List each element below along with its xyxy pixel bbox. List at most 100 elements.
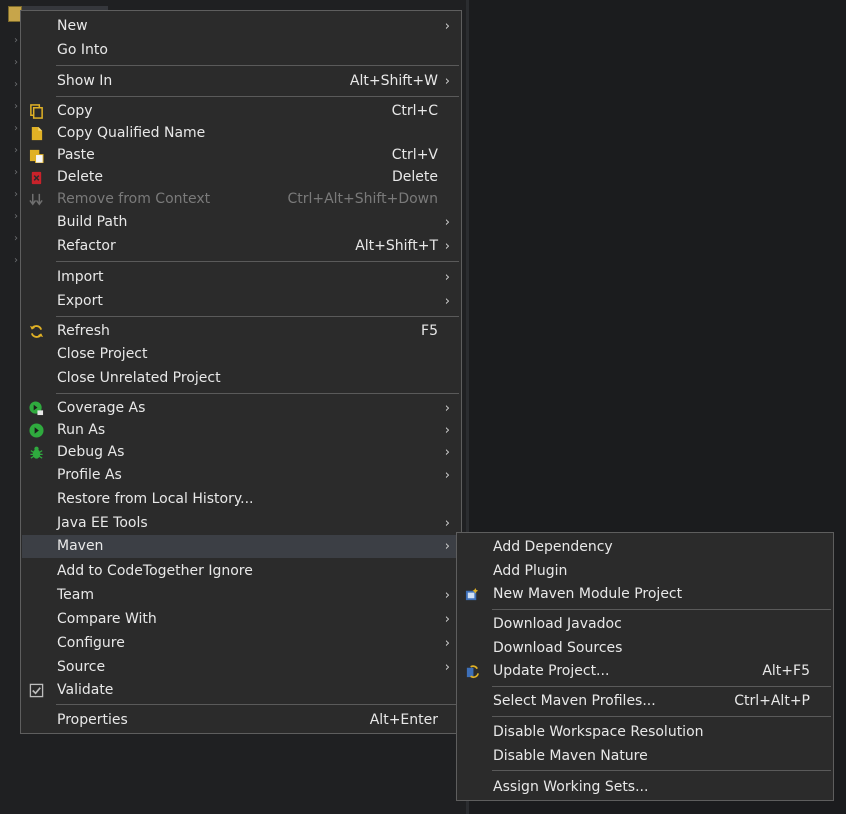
menu-item-maven[interactable]: Maven › bbox=[22, 535, 460, 558]
menu-item-label: Import bbox=[57, 269, 104, 285]
separator bbox=[56, 96, 459, 97]
menu-item-go-into[interactable]: Go Into bbox=[22, 39, 460, 62]
menu-item-label: Java EE Tools bbox=[57, 515, 148, 531]
menu-item-restore-local-history[interactable]: Restore from Local History... bbox=[22, 488, 460, 511]
separator bbox=[56, 704, 459, 705]
menu-item-label: Debug As bbox=[57, 444, 125, 460]
menu-item-label: Configure bbox=[57, 635, 125, 651]
menu-item-label: Disable Workspace Resolution bbox=[493, 724, 704, 740]
menu-item-refresh[interactable]: Refresh F5 bbox=[22, 320, 460, 343]
submenu-arrow-icon: › bbox=[444, 636, 450, 651]
menu-item-label: Compare With bbox=[57, 611, 157, 627]
menu-item-label: Add Dependency bbox=[493, 539, 613, 555]
shortcut-label: F5 bbox=[421, 323, 438, 339]
copy-icon bbox=[30, 104, 43, 119]
menu-item-label: Select Maven Profiles... bbox=[493, 693, 656, 709]
separator bbox=[56, 393, 459, 394]
menu-item-label: Close Unrelated Project bbox=[57, 370, 221, 386]
menu-item-label: Refactor bbox=[57, 238, 116, 254]
submenu-arrow-icon: › bbox=[444, 270, 450, 285]
menu-item-new[interactable]: New › bbox=[22, 15, 460, 38]
shortcut-label: Alt+Shift+W bbox=[349, 73, 438, 89]
submenu-item-download-javadoc[interactable]: Download Javadoc bbox=[458, 613, 832, 636]
separator bbox=[492, 716, 831, 717]
menu-item-paste[interactable]: Paste Ctrl+V bbox=[22, 144, 460, 167]
delete-icon bbox=[31, 171, 42, 185]
menu-item-export[interactable]: Export › bbox=[22, 290, 460, 313]
menu-item-label: Delete bbox=[57, 169, 103, 185]
run-icon bbox=[29, 423, 44, 438]
submenu-item-disable-workspace-resolution[interactable]: Disable Workspace Resolution bbox=[458, 721, 832, 744]
submenu-item-assign-working-sets[interactable]: Assign Working Sets... bbox=[458, 776, 832, 799]
submenu-item-disable-maven-nature[interactable]: Disable Maven Nature bbox=[458, 745, 832, 768]
menu-item-show-in[interactable]: Show In Alt+Shift+W › bbox=[22, 70, 460, 93]
menu-item-java-ee-tools[interactable]: Java EE Tools › bbox=[22, 512, 460, 535]
menu-item-build-path[interactable]: Build Path › bbox=[22, 211, 460, 234]
menu-item-add-to-codetogether-ignore[interactable]: Add to CodeTogether Ignore bbox=[22, 560, 460, 583]
shortcut-label: Alt+Enter bbox=[369, 712, 438, 728]
submenu-item-add-plugin[interactable]: Add Plugin bbox=[458, 560, 832, 583]
menu-item-team[interactable]: Team › bbox=[22, 584, 460, 607]
menu-item-delete[interactable]: Delete Delete bbox=[22, 166, 460, 189]
copy-qualified-name-icon bbox=[31, 126, 43, 141]
menu-item-label: Refresh bbox=[57, 323, 110, 339]
separator bbox=[492, 686, 831, 687]
menu-item-compare-with[interactable]: Compare With › bbox=[22, 608, 460, 631]
menu-item-properties[interactable]: Properties Alt+Enter bbox=[22, 709, 460, 732]
menu-item-coverage-as[interactable]: Coverage As › bbox=[22, 397, 460, 420]
submenu-arrow-icon: › bbox=[444, 423, 450, 438]
shortcut-label: Ctrl+V bbox=[391, 147, 438, 163]
remove-from-context-icon bbox=[29, 193, 43, 206]
menu-item-source[interactable]: Source › bbox=[22, 656, 460, 679]
menu-item-label: Download Javadoc bbox=[493, 616, 622, 632]
refresh-icon bbox=[29, 325, 44, 338]
menu-item-run-as[interactable]: Run As › bbox=[22, 419, 460, 442]
menu-item-debug-as[interactable]: Debug As › bbox=[22, 441, 460, 464]
context-menu: New › Go Into Show In Alt+Shift+W › Copy… bbox=[20, 10, 462, 734]
menu-item-import[interactable]: Import › bbox=[22, 266, 460, 289]
separator bbox=[492, 770, 831, 771]
menu-item-label: Export bbox=[57, 293, 103, 309]
menu-item-label: Download Sources bbox=[493, 640, 623, 656]
separator bbox=[56, 65, 459, 66]
submenu-item-new-maven-module-project[interactable]: New Maven Module Project bbox=[458, 583, 832, 606]
submenu-arrow-icon: › bbox=[444, 294, 450, 309]
debug-bug-icon bbox=[30, 446, 43, 459]
menu-item-label: Disable Maven Nature bbox=[493, 748, 648, 764]
menu-item-label: Update Project... bbox=[493, 663, 610, 679]
submenu-arrow-icon: › bbox=[444, 468, 450, 483]
separator bbox=[56, 316, 459, 317]
menu-item-label: Profile As bbox=[57, 467, 122, 483]
separator bbox=[56, 261, 459, 262]
menu-item-profile-as[interactable]: Profile As › bbox=[22, 464, 460, 487]
submenu-item-select-maven-profiles[interactable]: Select Maven Profiles... Ctrl+Alt+P bbox=[458, 690, 832, 713]
menu-item-close-unrelated-project[interactable]: Close Unrelated Project bbox=[22, 367, 460, 390]
menu-item-label: Source bbox=[57, 659, 106, 675]
submenu-item-download-sources[interactable]: Download Sources bbox=[458, 637, 832, 660]
submenu-arrow-icon: › bbox=[444, 239, 450, 254]
shortcut-label: Ctrl+C bbox=[391, 103, 438, 119]
menu-item-copy[interactable]: Copy Ctrl+C bbox=[22, 100, 460, 123]
menu-item-copy-qualified-name[interactable]: Copy Qualified Name bbox=[22, 122, 460, 145]
submenu-arrow-icon: › bbox=[444, 588, 450, 603]
update-project-icon bbox=[466, 665, 479, 679]
shortcut-label: Delete bbox=[392, 169, 438, 185]
shortcut-label: Alt+Shift+T bbox=[355, 238, 438, 254]
new-maven-module-icon bbox=[465, 587, 479, 601]
submenu-item-add-dependency[interactable]: Add Dependency bbox=[458, 536, 832, 559]
menu-item-configure[interactable]: Configure › bbox=[22, 632, 460, 655]
menu-item-label: Assign Working Sets... bbox=[493, 779, 649, 795]
submenu-item-update-project[interactable]: Update Project... Alt+F5 bbox=[458, 660, 832, 683]
menu-item-close-project[interactable]: Close Project bbox=[22, 343, 460, 366]
menu-item-refactor[interactable]: Refactor Alt+Shift+T › bbox=[22, 235, 460, 258]
menu-item-label: Restore from Local History... bbox=[57, 491, 254, 507]
menu-item-validate[interactable]: Validate bbox=[22, 679, 460, 702]
validate-check-icon bbox=[29, 683, 44, 698]
coverage-icon bbox=[29, 401, 44, 416]
submenu-arrow-icon: › bbox=[444, 215, 450, 230]
menu-item-label: Paste bbox=[57, 147, 95, 163]
submenu-arrow-icon: › bbox=[444, 660, 450, 675]
menu-item-remove-from-context[interactable]: Remove from Context Ctrl+Alt+Shift+Down bbox=[22, 188, 460, 211]
menu-item-label: Maven bbox=[57, 538, 104, 554]
menu-item-label: Properties bbox=[57, 712, 128, 728]
